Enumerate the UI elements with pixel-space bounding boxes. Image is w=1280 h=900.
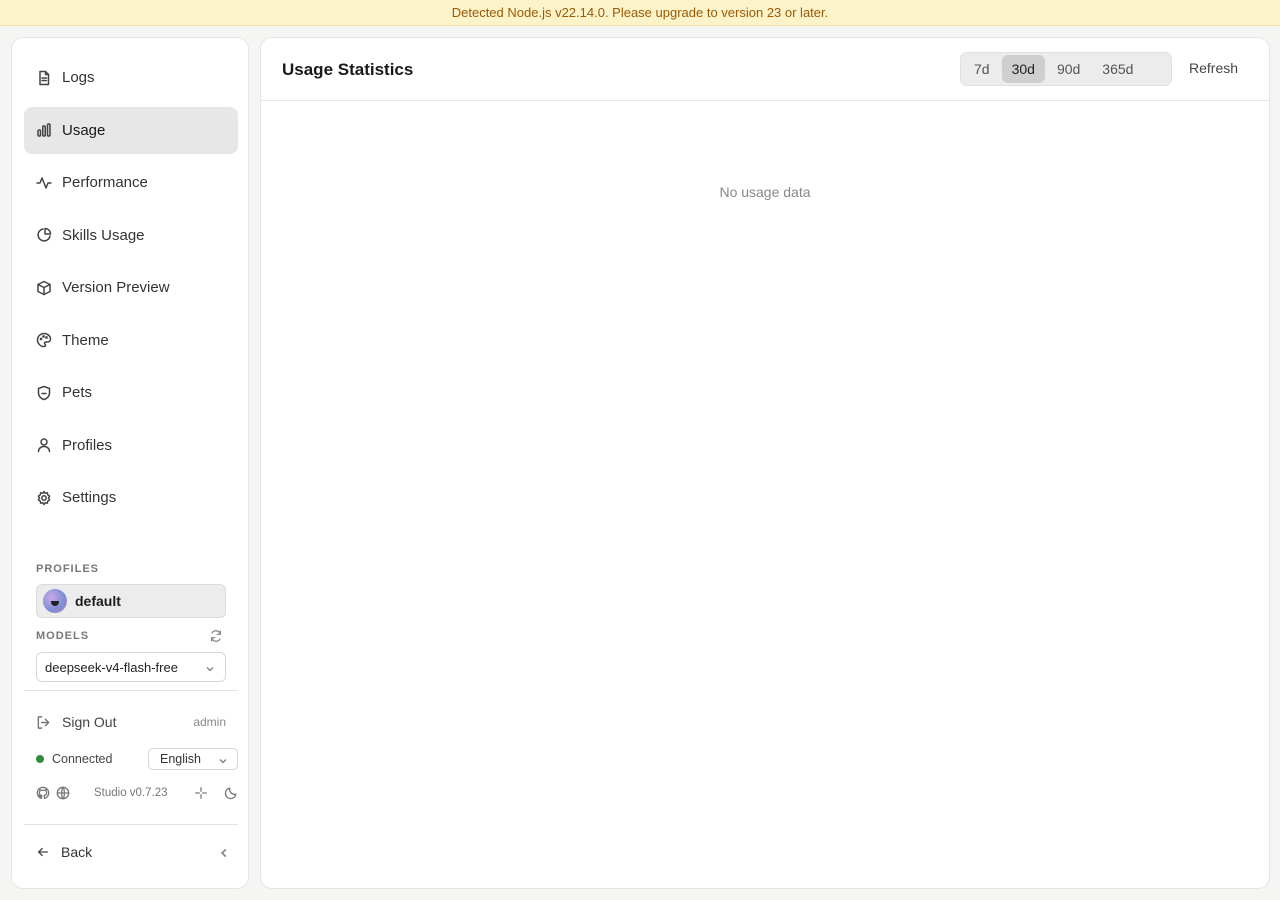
sparkle-icon[interactable] [194,786,208,800]
range-7d-button[interactable]: 7d [964,55,1000,83]
sign-out-button[interactable]: Sign Out admin [36,712,226,732]
page-title: Usage Statistics [282,60,414,79]
sidebar-item-label: Logs [62,69,95,86]
node-version-banner: Detected Node.js v22.14.0. Please upgrad… [0,0,1280,26]
sidebar-item-label: Settings [62,489,117,506]
back-label: Back [61,844,93,860]
sidebar: Logs Usage Performance Skills Usage Vers… [11,37,249,889]
chevron-down-icon [205,662,215,672]
chevron-down-icon [218,755,228,765]
model-select[interactable]: deepseek-v4-flash-free [36,652,226,682]
time-range-selector: 7d 30d 90d 365d [960,52,1172,86]
sidebar-nav: Logs Usage Performance Skills Usage Vers… [24,54,238,527]
sign-out-label: Sign Out [62,714,117,730]
sidebar-footer: Studio v0.7.23 [36,784,238,802]
range-365d-button[interactable]: 365d [1092,55,1143,83]
sidebar-item-skills-usage[interactable]: Skills Usage [24,212,238,259]
models-section-label: MODELS [36,630,90,642]
sidebar-item-version-preview[interactable]: Version Preview [24,264,238,311]
moon-icon[interactable] [224,786,238,800]
github-icon[interactable] [36,786,50,800]
sidebar-item-profiles[interactable]: Profiles [24,422,238,469]
arrow-left-icon [36,845,50,859]
palette-icon [36,332,52,348]
user-icon [36,437,52,453]
connection-status-row: Connected English [36,748,238,770]
refresh-button[interactable]: Refresh [1189,60,1238,76]
sidebar-item-label: Performance [62,174,148,191]
range-90d-button[interactable]: 90d [1047,55,1090,83]
empty-state-message: No usage data [719,184,811,200]
version-label: Studio v0.7.23 [94,787,168,799]
refresh-models-icon[interactable] [209,629,223,643]
activity-icon [36,175,52,191]
sidebar-item-label: Profiles [62,436,113,454]
globe-icon[interactable] [56,786,70,800]
profiles-section-label: PROFILES [36,563,100,575]
username: admin [193,715,226,729]
banner-message: Detected Node.js v22.14.0. Please upgrad… [451,5,829,20]
sidebar-item-label: Version Preview [62,279,170,296]
language-select[interactable]: English [148,748,238,770]
box-icon [36,280,52,296]
avatar [43,589,67,613]
sidebar-item-label: Usage [62,121,106,139]
sidebar-divider [24,690,238,691]
profile-name: default [75,593,121,609]
main-header: Usage Statistics 7d 30d 90d 365d Refresh [261,38,1269,101]
sidebar-item-label: Skills Usage [62,226,145,244]
sign-out-icon [36,715,51,730]
chevron-left-icon[interactable] [218,846,230,858]
sidebar-item-settings[interactable]: Settings [24,474,238,521]
profile-selector[interactable]: default [36,584,226,618]
sidebar-item-performance[interactable]: Performance [24,159,238,206]
bar-chart-icon [36,122,52,138]
range-30d-button[interactable]: 30d [1001,55,1045,83]
shield-icon [36,385,52,401]
sidebar-item-label: Theme [62,331,109,349]
pie-chart-icon [36,227,52,243]
connection-status: Connected [52,752,113,766]
sidebar-item-theme[interactable]: Theme [24,317,238,364]
sidebar-item-logs[interactable]: Logs [24,54,238,101]
sidebar-item-label: Pets [62,384,93,401]
sidebar-item-usage[interactable]: Usage [24,106,238,154]
document-icon [36,70,52,86]
gear-icon [36,490,52,506]
language-select-value: English [160,752,201,766]
sidebar-divider [24,824,238,825]
back-button[interactable]: Back [36,842,230,862]
status-dot [36,755,44,763]
main-panel: Usage Statistics 7d 30d 90d 365d Refresh… [260,37,1270,889]
model-select-value: deepseek-v4-flash-free [45,659,178,675]
sidebar-item-pets[interactable]: Pets [24,369,238,416]
